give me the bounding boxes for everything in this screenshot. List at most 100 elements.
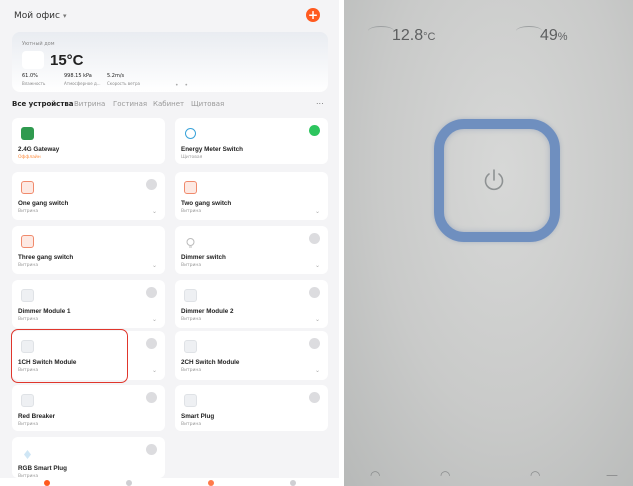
device-card[interactable]: RGB Smart Plug Витрина	[12, 437, 165, 479]
device-name: Energy Meter Switch	[181, 146, 243, 153]
humidity-icon	[516, 26, 542, 36]
device-card[interactable]: Dimmer Module 1 Витрина ⌄	[12, 280, 165, 328]
module-icon	[184, 289, 197, 302]
device-name: Smart Plug	[181, 413, 215, 420]
tab-electrical-room[interactable]: Щитовая	[191, 100, 224, 108]
device-name: Two gang switch	[181, 200, 232, 207]
device-room: Витрина	[18, 422, 39, 427]
device-name: RGB Smart Plug	[18, 465, 67, 472]
device-room: Витрина	[181, 209, 202, 214]
photo-humidity-value: 49	[540, 27, 558, 44]
device-room: Витрина	[181, 317, 202, 322]
switch-icon	[184, 181, 197, 194]
tab-vitrina[interactable]: Витрина	[74, 100, 105, 108]
chevron-down-icon[interactable]: ⌄	[315, 208, 320, 215]
power-icon[interactable]	[146, 392, 157, 403]
switch-photo: 12.8°C 49% ◠ ◠ ◠ —	[344, 0, 633, 486]
device-card[interactable]: Dimmer switch Витрина ⌄	[175, 226, 328, 274]
device-card[interactable]: 2.4G Gateway Оффлайн	[12, 118, 165, 164]
device-room: Витрина	[181, 368, 202, 373]
power-icon[interactable]	[146, 287, 157, 298]
chevron-down-icon[interactable]: ⌄	[152, 262, 157, 269]
device-room: Щитовая	[181, 155, 203, 160]
weather-card[interactable]: Уютный дом 15°C 61.0% Влажность 998.15 k…	[12, 32, 328, 92]
weather-temperature: 15°C	[50, 52, 84, 69]
power-icon	[484, 169, 504, 191]
photo-humidity-unit: %	[557, 31, 568, 43]
gateway-icon	[21, 127, 34, 140]
humidity-value: 61.0%	[22, 73, 38, 79]
photo-temperature-unit: °C	[423, 31, 436, 43]
device-card[interactable]: Energy Meter Switch Щитовая	[175, 118, 328, 164]
device-card[interactable]: One gang switch Витрина ⌄	[12, 172, 165, 220]
bottom-icon: ◠	[440, 468, 451, 482]
device-room: Витрина	[18, 317, 39, 322]
nav-smart-icon[interactable]	[208, 480, 214, 486]
tab-all-devices[interactable]: Все устройства	[12, 100, 74, 108]
chevron-down-icon[interactable]: ⌄	[152, 208, 157, 215]
device-room: Витрина	[18, 209, 39, 214]
top-bar: Мой офис ▾ +	[0, 0, 339, 30]
tab-office[interactable]: Кабинет	[153, 100, 184, 108]
bottom-icon: ◠	[370, 468, 381, 482]
power-on-icon[interactable]	[309, 125, 320, 136]
wind-label: Скорость ветра	[107, 81, 140, 86]
chevron-down-icon[interactable]: ⌄	[152, 367, 157, 374]
module-icon	[184, 340, 197, 353]
tab-living-room[interactable]: Гостиная	[113, 100, 147, 108]
module-icon	[21, 289, 34, 302]
photo-temperature-value: 12.8	[392, 27, 424, 44]
nav-profile-icon[interactable]	[290, 480, 296, 486]
bottom-icon: ◠	[530, 468, 541, 482]
bottom-icon: —	[606, 468, 618, 482]
carousel-dots: • •	[175, 82, 190, 89]
switch-icon	[21, 181, 34, 194]
nav-scene-icon[interactable]	[126, 480, 132, 486]
power-icon[interactable]	[146, 179, 157, 190]
power-icon[interactable]	[309, 392, 320, 403]
add-device-button[interactable]: +	[306, 8, 320, 22]
power-icon[interactable]	[146, 444, 157, 455]
device-name: Three gang switch	[18, 254, 74, 261]
breaker-icon	[21, 394, 34, 407]
power-icon[interactable]	[309, 287, 320, 298]
photo-temperature: 12.8°C	[392, 27, 435, 45]
device-card[interactable]: Three gang switch Витрина ⌄	[12, 226, 165, 274]
pressure-label: Атмосферное д...	[64, 81, 101, 86]
more-icon[interactable]: ...	[316, 97, 324, 106]
device-card[interactable]: Red Breaker Витрина	[12, 385, 165, 431]
device-card[interactable]: Dimmer Module 2 Витрина ⌄	[175, 280, 328, 328]
device-room: Витрина	[181, 422, 202, 427]
rgb-plug-icon	[21, 446, 34, 459]
device-room: Витрина	[181, 263, 202, 268]
chevron-down-icon[interactable]: ⌄	[315, 262, 320, 269]
nav-home-icon[interactable]	[44, 480, 50, 486]
home-selector[interactable]: Мой офис ▾	[14, 11, 67, 21]
device-status: Оффлайн	[18, 155, 41, 160]
thermometer-icon	[368, 26, 394, 36]
chevron-down-icon[interactable]: ⌄	[152, 316, 157, 323]
photo-humidity: 49%	[540, 27, 568, 45]
smart-home-app: Мой офис ▾ + Уютный дом 15°C 61.0% Влажно…	[0, 0, 339, 486]
device-card[interactable]: 2CH Switch Module Витрина ⌄	[175, 331, 328, 380]
device-card[interactable]: Smart Plug Витрина	[175, 385, 328, 431]
device-name: Dimmer Module 1	[18, 308, 71, 315]
power-icon[interactable]	[309, 338, 320, 349]
selection-highlight	[11, 329, 128, 383]
weather-icon	[22, 51, 44, 69]
chevron-down-icon: ▾	[62, 12, 67, 20]
device-name: Dimmer Module 2	[181, 308, 234, 315]
power-icon[interactable]	[146, 338, 157, 349]
room-tabs: Все устройства Витрина Гостиная Кабинет …	[12, 97, 328, 114]
power-icon[interactable]	[309, 233, 320, 244]
device-room: Витрина	[18, 263, 39, 268]
chevron-down-icon[interactable]: ⌄	[315, 316, 320, 323]
device-card[interactable]: Two gang switch Витрина ⌄	[175, 172, 328, 220]
bulb-icon	[184, 235, 197, 248]
bottom-nav	[0, 478, 339, 486]
pressure-value: 998.15 kPa	[64, 73, 92, 79]
device-name: 2.4G Gateway	[18, 146, 60, 153]
humidity-label: Влажность	[22, 81, 46, 86]
device-name: One gang switch	[18, 200, 69, 207]
chevron-down-icon[interactable]: ⌄	[315, 367, 320, 374]
